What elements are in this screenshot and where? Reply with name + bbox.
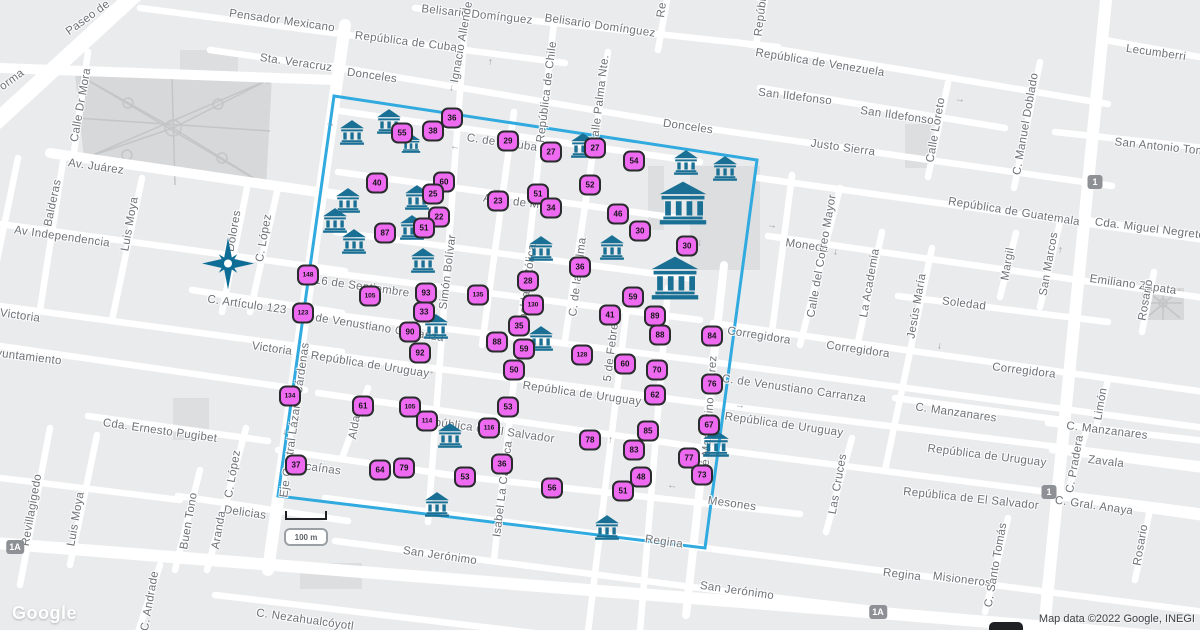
poi-marker[interactable]: 79	[393, 458, 415, 479]
oneway-arrow-icon: →	[954, 94, 965, 105]
poi-marker[interactable]: 114	[416, 411, 438, 432]
poi-marker[interactable]: 128	[571, 345, 593, 366]
museum-icon[interactable]	[339, 119, 365, 145]
poi-marker[interactable]: 46	[607, 204, 629, 225]
poi-marker[interactable]: 27	[584, 138, 606, 159]
poi-marker[interactable]: 23	[487, 191, 509, 212]
poi-marker[interactable]: 41	[599, 305, 621, 326]
poi-marker[interactable]: 36	[491, 454, 513, 475]
scale-label: 100 m	[284, 528, 328, 546]
museum-icon[interactable]	[594, 514, 620, 540]
poi-marker[interactable]: 27	[540, 142, 562, 163]
poi-marker[interactable]: 51	[612, 481, 634, 502]
road	[0, 158, 18, 270]
poi-marker[interactable]: 135	[467, 285, 489, 306]
museum-icon[interactable]	[410, 247, 436, 273]
poi-marker[interactable]: 87	[374, 223, 396, 244]
poi-marker[interactable]: 61	[352, 396, 374, 417]
oneway-arrow-icon: →	[324, 118, 336, 130]
museum-icon[interactable]	[599, 234, 625, 260]
museum-icon[interactable]	[528, 235, 554, 261]
road	[772, 175, 792, 332]
poi-marker[interactable]: 30	[629, 221, 651, 242]
route-badge: 1	[1088, 175, 1103, 189]
poi-marker[interactable]: 92	[409, 343, 431, 364]
map-canvas[interactable]: →→→→→→→→→→→→→→→→→→→→Pensador MexicanoBel…	[0, 0, 1200, 630]
poi-marker[interactable]: 37	[285, 455, 307, 476]
poi-marker[interactable]: 88	[649, 325, 671, 346]
museum-icon[interactable]	[341, 228, 367, 254]
poi-marker[interactable]: 50	[503, 360, 525, 381]
poi-marker[interactable]: 73	[691, 465, 713, 486]
poi-marker[interactable]: 60	[614, 354, 636, 375]
poi-marker[interactable]: 85	[637, 421, 659, 442]
poi-marker[interactable]: 76	[701, 374, 723, 395]
poi-marker[interactable]: 93	[415, 283, 437, 304]
route-badge: 1A	[6, 540, 24, 554]
oneway-arrow-icon: →	[830, 246, 841, 257]
poi-marker[interactable]: 33	[413, 302, 435, 323]
clipped-label-pill	[989, 622, 1023, 630]
poi-marker[interactable]: 84	[701, 326, 723, 347]
museum-icon[interactable]	[658, 182, 708, 225]
oneway-arrow-icon: →	[484, 56, 495, 67]
poi-marker[interactable]: 78	[579, 430, 601, 451]
poi-marker[interactable]: 56	[541, 478, 563, 499]
compass-icon	[201, 237, 255, 296]
route-badge: 1	[1042, 485, 1057, 499]
poi-marker[interactable]: 88	[486, 332, 508, 353]
poi-marker[interactable]: 54	[623, 151, 645, 172]
museum-icon[interactable]	[424, 491, 450, 517]
poi-marker[interactable]: 130	[522, 295, 544, 316]
google-logo: Google	[12, 603, 77, 624]
poi-marker[interactable]: 28	[517, 271, 539, 292]
poi-marker[interactable]: 70	[646, 360, 668, 381]
museum-icon[interactable]	[437, 422, 463, 448]
route-badge: 1A	[869, 605, 887, 619]
poi-marker[interactable]: 64	[369, 460, 391, 481]
poi-marker[interactable]: 67	[698, 415, 720, 436]
poi-marker[interactable]: 53	[497, 397, 519, 418]
poi-marker[interactable]: 30	[676, 236, 698, 257]
poi-marker[interactable]: 40	[366, 173, 388, 194]
poi-marker[interactable]: 29	[497, 131, 519, 152]
oneway-arrow-icon: →	[934, 340, 945, 351]
oneway-arrow-icon: →	[446, 82, 457, 93]
poi-marker[interactable]: 52	[579, 175, 601, 196]
street-label: Re	[655, 2, 669, 19]
poi-marker[interactable]: 35	[508, 316, 530, 337]
poi-marker[interactable]: 89	[644, 306, 666, 327]
poi-marker[interactable]: 62	[644, 385, 666, 406]
museum-icon[interactable]	[650, 257, 700, 300]
oneway-arrow-icon: →	[449, 142, 460, 153]
poi-marker[interactable]: 59	[622, 287, 644, 308]
poi-marker[interactable]: 36	[569, 257, 591, 278]
scale-distance-text: 100 m	[295, 533, 318, 542]
poi-marker[interactable]: 34	[540, 198, 562, 219]
oneway-arrow-icon: →	[604, 434, 615, 445]
poi-marker[interactable]: 123	[292, 303, 314, 324]
poi-marker[interactable]: 55	[391, 123, 413, 144]
poi-marker[interactable]: 36	[441, 108, 463, 129]
poi-marker[interactable]: 148	[297, 265, 319, 286]
poi-marker[interactable]: 116	[478, 418, 500, 439]
poi-marker[interactable]: 51	[413, 218, 435, 239]
museum-icon[interactable]	[712, 155, 738, 181]
poi-marker[interactable]: 105	[359, 286, 381, 307]
poi-marker[interactable]: 25	[422, 184, 444, 205]
map-attribution: Map data ©2022 Google, INEGI	[1039, 613, 1195, 625]
oneway-arrow-icon: →	[766, 220, 777, 231]
poi-marker[interactable]: 90	[399, 322, 421, 343]
poi-marker[interactable]: 59	[513, 339, 535, 360]
museum-icon[interactable]	[673, 149, 699, 175]
oneway-arrow-icon: →	[666, 481, 677, 492]
poi-marker[interactable]: 134	[279, 386, 301, 407]
poi-marker[interactable]: 83	[623, 440, 645, 461]
oneway-arrow-icon: →	[734, 400, 745, 411]
poi-marker[interactable]: 53	[454, 467, 476, 488]
